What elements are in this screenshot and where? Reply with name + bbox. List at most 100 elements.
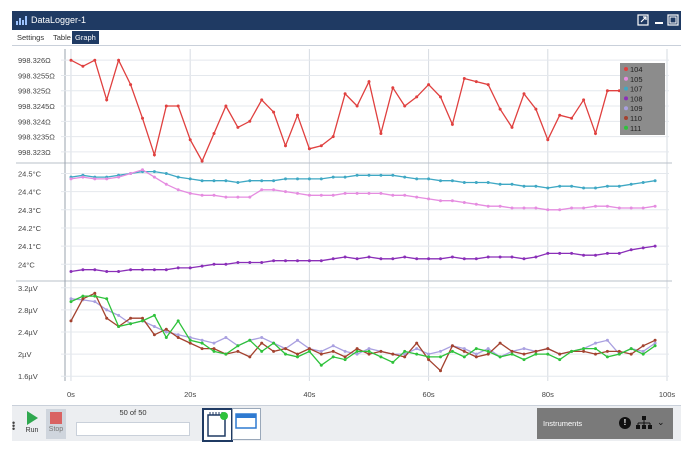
- logging-view-button[interactable]: [202, 408, 233, 442]
- data-point-107: [272, 179, 276, 183]
- data-point-111: [260, 349, 264, 353]
- data-point-107: [152, 170, 156, 174]
- data-point-109: [200, 338, 204, 342]
- legend-label: 108: [630, 94, 643, 103]
- data-point-110: [450, 344, 454, 348]
- tab-graph[interactable]: Graph: [72, 31, 99, 44]
- y-tick-label: 3.2µV: [18, 284, 38, 293]
- data-point-107: [176, 175, 180, 179]
- data-point-111: [212, 349, 216, 353]
- data-point-107: [236, 181, 240, 184]
- tab-table[interactable]: Table: [50, 31, 74, 44]
- data-point-108: [284, 259, 287, 263]
- instruments-panel[interactable]: Instruments ! ⌄: [537, 408, 673, 439]
- data-point-107: [582, 186, 586, 190]
- data-point-104: [379, 132, 383, 135]
- data-point-109: [164, 330, 168, 334]
- data-point-110: [129, 316, 133, 320]
- data-point-111: [486, 349, 490, 353]
- data-point-111: [176, 319, 180, 323]
- data-point-111: [69, 300, 73, 304]
- data-point-111: [594, 347, 597, 351]
- data-point-111: [617, 352, 621, 356]
- y-tick-label: 24.2°C: [18, 224, 42, 233]
- data-point-111: [534, 352, 538, 356]
- data-point-110: [69, 319, 73, 323]
- data-point-104: [439, 95, 442, 99]
- hierarchy-icon[interactable]: [636, 416, 652, 431]
- y-tick-label: 1.6µV: [18, 372, 38, 381]
- more-options-icon[interactable]: • • •: [12, 419, 15, 434]
- data-point-111: [605, 355, 609, 359]
- data-point-111: [117, 325, 121, 328]
- data-point-107: [498, 182, 502, 186]
- legend-label: 109: [630, 104, 643, 113]
- data-point-105: [594, 204, 597, 208]
- sample-progress-track: [76, 422, 190, 436]
- data-point-104: [522, 92, 526, 96]
- data-point-108: [307, 259, 311, 263]
- window-view-button[interactable]: [232, 408, 261, 440]
- data-point-110: [212, 347, 216, 351]
- minimize-icon[interactable]: [653, 14, 665, 26]
- series-line-109: [70, 298, 656, 358]
- popout-icon[interactable]: [637, 14, 649, 26]
- data-point-107: [319, 177, 323, 181]
- data-point-108: [141, 268, 144, 272]
- data-point-110: [105, 316, 109, 320]
- data-point-105: [164, 182, 168, 186]
- y-tick-label: 2.4µV: [18, 328, 38, 337]
- data-point-105: [81, 175, 85, 179]
- info-icon[interactable]: !: [619, 417, 631, 429]
- data-point-111: [653, 344, 657, 348]
- data-point-108: [260, 261, 264, 264]
- data-point-109: [594, 341, 597, 345]
- data-point-104: [605, 89, 609, 93]
- data-point-104: [415, 95, 419, 99]
- data-point-104: [474, 80, 478, 84]
- data-point-108: [486, 255, 490, 259]
- data-point-110: [522, 352, 526, 356]
- tab-settings[interactable]: Settings: [14, 31, 47, 44]
- data-point-108: [129, 268, 133, 272]
- graph-svg[interactable]: 998.326Ω 998.3255Ω 998.325Ω 998.3245Ω 998.32…: [12, 45, 681, 405]
- data-point-111: [236, 344, 240, 348]
- data-point-111: [129, 322, 133, 326]
- data-point-111: [546, 352, 550, 356]
- data-point-110: [319, 352, 323, 356]
- data-point-104: [212, 132, 216, 135]
- data-point-109: [486, 347, 490, 351]
- data-point-104: [224, 104, 228, 108]
- legend-marker-104: [624, 67, 628, 71]
- run-button[interactable]: Run: [22, 410, 42, 438]
- maximize-icon[interactable]: [667, 14, 679, 26]
- data-point-111: [391, 360, 395, 364]
- x-tick-label: 20s: [184, 390, 196, 399]
- data-point-111: [164, 336, 168, 339]
- data-point-104: [164, 104, 168, 108]
- chevron-down-icon[interactable]: ⌄: [657, 417, 665, 428]
- data-point-111: [93, 294, 97, 298]
- legend-label: 104: [630, 65, 643, 74]
- data-point-104: [272, 110, 276, 114]
- data-point-105: [69, 177, 73, 181]
- data-point-110: [272, 349, 276, 353]
- data-point-111: [379, 355, 383, 359]
- data-point-105: [617, 206, 621, 210]
- data-point-108: [450, 255, 454, 259]
- data-point-110: [582, 349, 586, 353]
- instruments-label: Instruments: [543, 419, 583, 428]
- data-point-111: [331, 355, 335, 359]
- data-point-111: [641, 352, 645, 356]
- stop-button[interactable]: Stop: [46, 409, 66, 439]
- sample-counter: 50 of 50: [72, 408, 194, 436]
- data-point-110: [498, 341, 502, 345]
- data-point-108: [81, 268, 85, 272]
- data-point-110: [486, 352, 490, 356]
- data-point-105: [141, 168, 144, 172]
- data-point-108: [653, 244, 657, 248]
- data-point-105: [415, 195, 419, 199]
- x-tick-label: 0s: [67, 390, 75, 399]
- data-point-108: [152, 268, 156, 272]
- data-point-108: [343, 255, 347, 259]
